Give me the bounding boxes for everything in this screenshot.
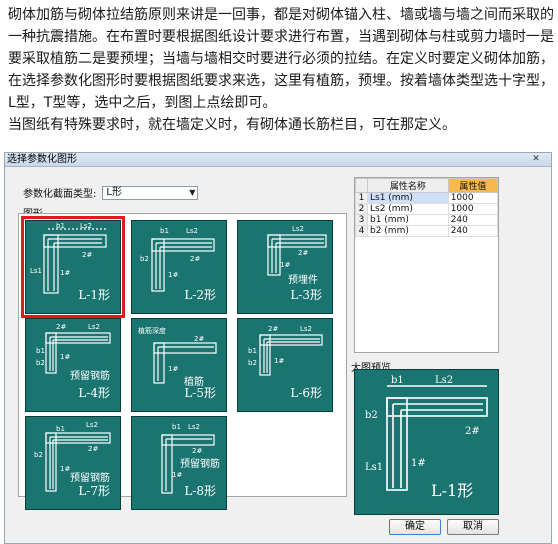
property-value[interactable]: 240 — [447, 225, 499, 237]
property-row[interactable]: 2 Ls2 (mm) 1000 — [355, 203, 499, 215]
tile-l4-note: 预留钢筋 — [70, 369, 110, 382]
shape-name: L-4形 — [78, 386, 110, 400]
section-type-row: 参数化截面类型: L形 ▼ — [23, 185, 199, 200]
property-row[interactable]: 3 b1 (mm) 240 — [355, 214, 499, 226]
shape-name: L-8形 — [184, 484, 216, 498]
property-value-header: 属性值 — [447, 178, 499, 193]
shape-tile-l4[interactable]: 2# Ls2 b1 b2 1# 预留钢筋 L-4形 — [25, 318, 121, 412]
tile-l7-label-4: 1# — [60, 465, 70, 473]
dialog-titlebar[interactable]: 选择参数化图形 ✕ — [5, 153, 551, 167]
tile-l6-label-4: 1# — [274, 357, 284, 365]
tile-l5-label-2: 1# — [168, 365, 178, 373]
ok-button[interactable]: 确定 — [389, 519, 441, 535]
index-header — [355, 178, 368, 193]
tile-l7-label-2: b2 — [34, 451, 43, 459]
property-name: b2 (mm) — [367, 225, 449, 237]
property-name: Ls1 (mm) — [367, 192, 449, 204]
property-name-header: 属性名称 — [367, 178, 449, 193]
preview-label-b1: b1 — [391, 375, 404, 386]
tile-l3-label-2: 1# — [280, 261, 290, 269]
row-index: 3 — [355, 214, 368, 226]
tile-l4-label-4: 1# — [60, 353, 70, 361]
tile-l6-label-1: Ls2 — [300, 325, 312, 333]
tile-l8-note: 预留钢筋 — [180, 457, 220, 470]
preview-label-2: 2# — [465, 426, 480, 437]
tile-l3-label-1: 2# — [298, 249, 308, 257]
tile-l1-label-3: 2# — [82, 251, 92, 259]
article-paragraph-2: 当图纸有特殊要求时，就在墙定义时，有砌体通长筋栏目，可在那定义。 — [8, 117, 456, 133]
shape-name: L-7形 — [78, 484, 110, 498]
property-value[interactable]: 1000 — [447, 192, 499, 204]
property-value[interactable]: 1000 — [447, 203, 499, 215]
shape-tile-l1[interactable]: b1 Ls2 Ls1 2# 1# L-1形 — [21, 216, 125, 318]
preview-label-ls2: Ls2 — [435, 375, 453, 386]
shape-name: L-6形 — [290, 386, 322, 400]
preview-shape-name: L-1形 — [431, 481, 473, 500]
tile-l2-label-4: 1# — [168, 271, 178, 279]
tile-l1-label-2: Ls1 — [30, 267, 42, 275]
preview-label-b2: b2 — [365, 410, 378, 421]
tile-l4-label-3: b2 — [36, 359, 45, 367]
tile-l8-label-2: 2# — [192, 447, 202, 455]
tile-l8-label-0: Ls2 — [188, 423, 200, 431]
tile-l7-label-1: b1 — [56, 425, 65, 433]
shape-tile-l6[interactable]: 2# Ls2 b1 b2 1# L-6形 — [237, 318, 333, 412]
preview-label-1: 1# — [411, 458, 426, 469]
tile-l8-label-1: b1 — [172, 423, 181, 431]
tile-l2-label-3: 2# — [190, 255, 200, 263]
tile-l4-label-0: 2# — [56, 323, 66, 331]
property-name: b1 (mm) — [367, 214, 449, 226]
article-paragraph-1: 砌体加筋与砌体拉结筋原则来讲是一回事，都是对砌体锚入柱、墙或墙与墙之间而采取的一… — [8, 7, 554, 111]
shape-tile-l5[interactable]: 植筋深度 2# 1# 植筋 L-5形 — [131, 318, 227, 412]
property-grid: 属性名称 属性值 1 Ls1 (mm) 1000 2 Ls2 (mm) 1000… — [354, 177, 499, 353]
chevron-down-icon: ▼ — [189, 187, 196, 197]
dialog-title: 选择参数化图形 — [7, 154, 77, 165]
close-icon[interactable]: ✕ — [529, 153, 543, 165]
cancel-button[interactable]: 取消 — [447, 519, 499, 535]
tile-l8-label-3: 1# — [172, 471, 182, 479]
tile-l6-label-2: b1 — [248, 347, 257, 355]
tile-l2-label-0: b1 — [160, 227, 169, 235]
tile-l1-label-1: Ls2 — [80, 222, 92, 230]
tile-l7-label-3: 2# — [88, 445, 98, 453]
shape-tile-l2[interactable]: b1 Ls2 b2 2# 1# L-2形 — [131, 220, 227, 314]
tile-l3-note: 预埋件 — [288, 274, 318, 286]
tile-l5-label-1: 2# — [194, 335, 204, 343]
tile-l4-label-2: b1 — [36, 347, 45, 355]
large-preview: b1 Ls2 b2 2# 1# Ls1 L-1形 — [354, 369, 499, 515]
property-row[interactable]: 4 b2 (mm) 240 — [355, 225, 499, 237]
property-name: Ls2 (mm) — [367, 203, 449, 215]
row-index: 2 — [355, 203, 368, 215]
shape-name: L-5形 — [184, 386, 216, 400]
rebar-preview-icon: b1 Ls2 b2 2# 1# Ls1 L-1形 — [365, 375, 488, 500]
shape-name: L-3形 — [290, 288, 322, 302]
shape-name: L-2形 — [184, 288, 216, 302]
preview-label-ls1: Ls1 — [365, 462, 383, 473]
shape-tile-l3[interactable]: Ls2 2# 1# 预埋件 L-3形 — [237, 220, 333, 314]
shape-gallery: b1 Ls2 Ls1 2# 1# L-1形 b1 Ls2 b2 2# 1# L-… — [18, 213, 347, 510]
row-index: 4 — [355, 225, 368, 237]
tile-l4-label-1: Ls2 — [88, 323, 100, 331]
article-text: 砌体加筋与砌体拉结筋原则来讲是一回事，都是对砌体锚入柱、墙或墙与墙之间而采取的一… — [8, 4, 554, 136]
tile-l3-label-0: Ls2 — [292, 225, 304, 233]
tile-l5-label-0: 植筋深度 — [138, 326, 166, 335]
select-param-shape-dialog: 选择参数化图形 ✕ 参数化截面类型: L形 ▼ 图形 b1 Ls2 L — [4, 152, 552, 544]
tile-l2-label-1: Ls2 — [186, 227, 198, 235]
section-type-select[interactable]: L形 ▼ — [102, 185, 199, 200]
tile-l7-label-0: Ls2 — [86, 421, 98, 429]
tile-l1-label-0: b1 — [56, 222, 65, 230]
tile-l1-label-4: 1# — [60, 269, 70, 277]
shape-tile-l7[interactable]: Ls2 b1 b2 2# 1# 预留钢筋 L-7形 — [25, 416, 121, 510]
section-type-value: L形 — [106, 186, 122, 198]
tile-l2-label-2: b2 — [140, 255, 149, 263]
property-row[interactable]: 1 Ls1 (mm) 1000 — [355, 192, 499, 204]
tile-l6-label-0: 2# — [268, 325, 278, 333]
tile-l6-label-3: b2 — [248, 359, 257, 367]
property-value[interactable]: 240 — [447, 214, 499, 226]
shape-tile-l8[interactable]: Ls2 b1 2# 1# 预留钢筋 L-8形 — [131, 416, 227, 510]
shape-name: L-1形 — [78, 288, 110, 302]
row-index: 1 — [355, 192, 368, 204]
section-type-label: 参数化截面类型: — [23, 189, 97, 200]
